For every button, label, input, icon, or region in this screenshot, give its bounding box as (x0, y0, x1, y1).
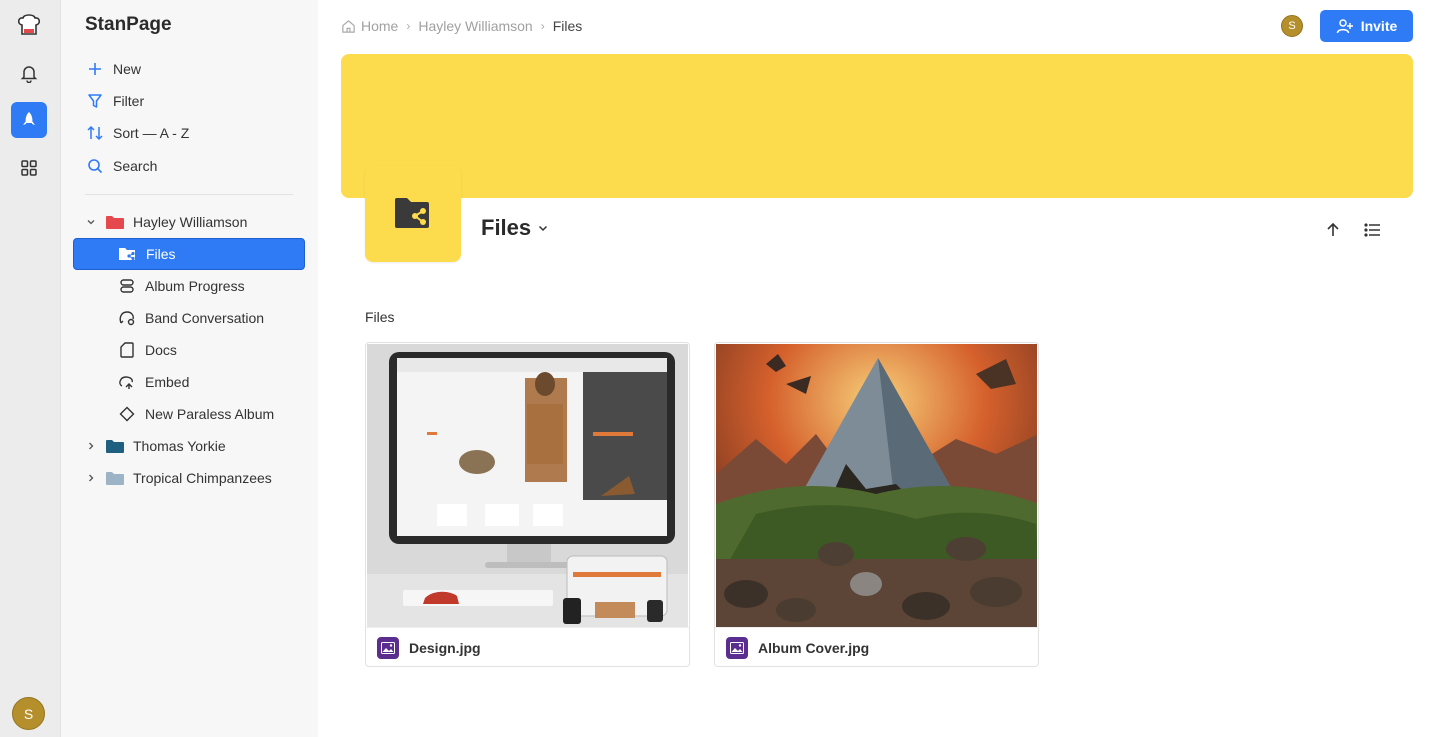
new-button[interactable]: New (85, 57, 141, 81)
folder-share-icon (395, 198, 429, 228)
page-icon[interactable] (365, 166, 461, 262)
search-button[interactable]: Search (85, 154, 157, 178)
invite-button[interactable]: Invite (1320, 10, 1413, 42)
chevron-down-icon[interactable] (537, 222, 549, 234)
tree-item-hayley-williamson[interactable]: Hayley Williamson (73, 206, 305, 238)
image-file-icon (726, 636, 748, 659)
folder-icon (106, 216, 124, 229)
file-name: Album Cover.jpg (758, 639, 870, 656)
breadcrumb-hayley-williamson[interactable]: Hayley Williamson (418, 18, 532, 34)
embed-icon (117, 372, 137, 392)
folder-share-icon (118, 244, 138, 264)
file-thumbnail[interactable] (367, 344, 688, 627)
plus-icon (85, 59, 105, 79)
tree-item-thomas-yorkie[interactable]: Thomas Yorkie (73, 430, 305, 462)
progress-icon (117, 276, 137, 296)
tree-item-label: Album Progress (145, 278, 245, 294)
filter-icon (85, 91, 105, 111)
list-view-button[interactable] (1362, 219, 1384, 241)
file-footer[interactable]: Design.jpg (366, 627, 689, 666)
tree-item-files[interactable]: Files (73, 238, 305, 270)
tree-item-album-progress[interactable]: Album Progress (73, 270, 305, 302)
tree-item-label: Band Conversation (145, 310, 265, 326)
file-card-design[interactable]: Design.jpg (365, 342, 690, 667)
image-file-icon (377, 636, 399, 659)
tree-item-label: Hayley Williamson (133, 214, 248, 230)
breadcrumb-files: Files (552, 18, 583, 34)
user-avatar[interactable]: S (12, 697, 45, 730)
chevron-right-icon[interactable] (84, 473, 98, 483)
tree-item-new-paraless-album[interactable]: New Paraless Album (73, 398, 305, 430)
app-name: StanPage (85, 14, 172, 35)
chevron-down-icon[interactable] (84, 217, 98, 227)
doc-icon (117, 340, 137, 360)
breadcrumb: Home › Hayley Williamson › Files (341, 16, 582, 36)
folder-icon (106, 440, 124, 453)
tree-item-label: Thomas Yorkie (133, 438, 226, 454)
tree-item-docs[interactable]: Docs (73, 334, 305, 366)
filter-label: Filter (113, 93, 145, 109)
tree-item-embed[interactable]: Embed (73, 366, 305, 398)
filter-button[interactable]: Filter (85, 89, 144, 113)
chevron-right-icon[interactable] (84, 441, 98, 451)
search-icon (85, 156, 105, 176)
bell-icon[interactable] (11, 55, 47, 91)
sort-icon (85, 123, 105, 143)
page-title[interactable]: Files (481, 215, 549, 241)
file-name: Design.jpg (409, 639, 481, 656)
breadcrumb-separator-icon: › (540, 19, 545, 33)
tree-item-label: New Paraless Album (145, 406, 275, 422)
sort-button[interactable]: Sort — A - Z (85, 121, 189, 145)
files-section-label: Files (365, 309, 395, 325)
rocket-icon[interactable] (11, 102, 47, 138)
arrow-up-icon (1327, 222, 1339, 236)
tree-item-label: Docs (145, 342, 177, 358)
page-title-text: Files (481, 215, 532, 240)
tree-item-label: Files (146, 246, 176, 262)
file-card-album-cover[interactable]: Album Cover.jpg (714, 342, 1039, 667)
add-user-icon (1336, 19, 1353, 34)
folder-icon (106, 472, 124, 485)
page-cover[interactable] (341, 54, 1413, 198)
sort-direction-button[interactable] (1322, 219, 1344, 241)
icon-rail: S (0, 0, 61, 737)
breadcrumb-home[interactable]: Home (361, 18, 398, 34)
tree-item-tropical-chimpanzees[interactable]: Tropical Chimpanzees (73, 462, 305, 494)
tree-item-label: Embed (145, 374, 190, 390)
invite-label: Invite (1360, 18, 1398, 34)
list-icon (1364, 223, 1380, 237)
sort-label: Sort — A - Z (113, 125, 190, 141)
file-footer[interactable]: Album Cover.jpg (715, 627, 1038, 666)
home-icon (342, 19, 355, 33)
sidebar-divider (85, 194, 293, 195)
header-user-avatar[interactable]: S (1281, 15, 1303, 37)
file-thumbnail[interactable] (716, 344, 1037, 627)
new-label: New (113, 61, 142, 77)
grid-icon[interactable] (11, 150, 47, 186)
chef-hat-logo-icon[interactable] (11, 8, 47, 44)
tree-item-label: Tropical Chimpanzees (133, 470, 272, 486)
breadcrumb-separator-icon: › (406, 19, 411, 33)
search-label: Search (113, 158, 158, 174)
conversation-icon (117, 308, 137, 328)
tree-item-band-conversation[interactable]: Band Conversation (73, 302, 305, 334)
sidebar: StanPage New Filter Sort — A - Z Search … (61, 0, 318, 737)
diamond-icon (117, 404, 137, 424)
